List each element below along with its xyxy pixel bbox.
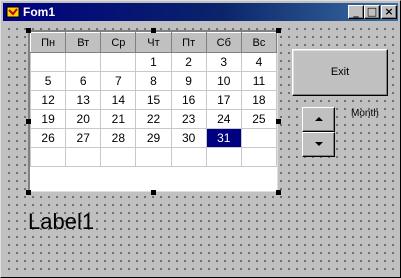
calendar-day-cell[interactable] xyxy=(170,147,207,167)
month-label: Month xyxy=(351,108,379,119)
calendar-day-cell[interactable]: 10 xyxy=(205,71,242,91)
calendar-day-cell[interactable] xyxy=(100,52,137,72)
minimize-button[interactable]: _ xyxy=(348,5,364,19)
calendar-day-header: Пт xyxy=(170,32,207,53)
calendar-table: Пн Вт Ср Чт Пт Сб Вс 1 2 3 4 5 6 7 8 9 10 11 12 13 14 15 16 17… xyxy=(29,32,278,167)
title-bar[interactable]: Fom1 _ □ × xyxy=(3,3,398,21)
arrow-up-icon xyxy=(315,117,323,121)
close-button[interactable]: × xyxy=(381,5,397,19)
exit-button[interactable]: Exit xyxy=(292,49,388,96)
calendar-grid[interactable]: Пн Вт Ср Чт Пт Сб Вс 1 2 3 4 5 6 7 8 9 10 11 12 13 14 15 16 17… xyxy=(28,30,278,192)
calendar-day-cell[interactable]: 24 xyxy=(205,109,242,129)
month-updown xyxy=(302,107,335,157)
calendar-day-cell[interactable] xyxy=(100,147,137,167)
calendar-day-cell[interactable]: 29 xyxy=(135,128,172,148)
calendar-body: 1 2 3 4 5 6 7 8 9 10 11 12 13 14 15 16 17 18 19 20 21 22 23 24 2… xyxy=(29,52,278,167)
calendar-day-cell[interactable] xyxy=(29,52,67,72)
selection-handle[interactable] xyxy=(26,119,31,124)
selection-handle[interactable] xyxy=(276,119,281,124)
calendar-day-header: Сб xyxy=(205,32,242,53)
maximize-button[interactable]: □ xyxy=(364,5,380,19)
calendar-day-cell[interactable]: 9 xyxy=(170,71,207,91)
calendar-week-row xyxy=(29,147,278,167)
calendar-day-header: Ср xyxy=(100,32,137,53)
calendar-day-cell[interactable]: 20 xyxy=(65,109,102,129)
calendar-day-cell[interactable]: 1 xyxy=(135,52,172,72)
calendar-week-row: 1234 xyxy=(29,52,278,72)
calendar-day-cell[interactable]: 5 xyxy=(29,71,67,91)
calendar-day-header: Пн xyxy=(29,32,67,53)
calendar-day-cell[interactable] xyxy=(240,147,278,167)
selection-handle[interactable] xyxy=(151,28,156,33)
calendar-day-cell[interactable] xyxy=(65,147,102,167)
calendar-day-cell[interactable] xyxy=(205,147,242,167)
calendar-day-cell[interactable]: 15 xyxy=(135,90,172,110)
selection-handle[interactable] xyxy=(276,28,281,33)
calendar-day-cell[interactable]: 6 xyxy=(65,71,102,91)
close-icon: × xyxy=(384,5,394,18)
calendar-day-cell[interactable] xyxy=(240,128,278,148)
calendar-day-cell[interactable]: 11 xyxy=(240,71,278,91)
calendar-day-header: Вт xyxy=(65,32,102,53)
calendar-day-cell[interactable]: 27 xyxy=(65,128,102,148)
calendar-week-row: 12 13 14 15 16 17 18 xyxy=(29,90,278,110)
calendar-day-cell[interactable]: 3 xyxy=(205,52,242,72)
calendar-week-row: 26 27 28 29 30 31 xyxy=(29,128,278,148)
calendar-header-row: Пн Вт Ср Чт Пт Сб Вс xyxy=(29,32,278,53)
calendar-week-row: 19 20 21 22 23 24 25 xyxy=(29,109,278,129)
calendar-day-cell[interactable]: 30 xyxy=(170,128,207,148)
calendar-day-cell[interactable]: 4 xyxy=(240,52,278,72)
calendar-day-cell[interactable]: 7 xyxy=(100,71,137,91)
selection-handle[interactable] xyxy=(151,190,156,195)
calendar-day-cell[interactable]: 8 xyxy=(135,71,172,91)
maximize-icon: □ xyxy=(366,5,378,18)
selection-handle[interactable] xyxy=(26,190,31,195)
month-down-button[interactable] xyxy=(302,132,335,157)
label1: Label1 xyxy=(28,209,95,234)
calendar-day-cell[interactable]: 19 xyxy=(29,109,67,129)
app-icon xyxy=(6,6,20,18)
calendar-day-cell[interactable] xyxy=(65,52,102,72)
calendar-day-cell[interactable] xyxy=(135,147,172,167)
calendar-day-cell[interactable]: 16 xyxy=(170,90,207,110)
arrow-down-icon xyxy=(315,142,323,146)
form-window: Fom1 _ □ × Пн Вт Ср Чт Пт Сб Вс 1 2 3 4 5 6 7 8 9 10 11 1… xyxy=(0,0,401,278)
month-up-button[interactable] xyxy=(302,107,335,132)
calendar-day-header: Чт xyxy=(135,32,172,53)
calendar-day-cell[interactable]: 21 xyxy=(100,109,137,129)
calendar-day-cell[interactable]: 12 xyxy=(29,90,67,110)
selection-handle[interactable] xyxy=(276,190,281,195)
calendar-day-cell[interactable]: 18 xyxy=(240,90,278,110)
calendar-day-cell[interactable]: 26 xyxy=(29,128,67,148)
calendar-day-cell[interactable]: 17 xyxy=(205,90,242,110)
minimize-icon: _ xyxy=(353,5,359,18)
calendar-day-cell[interactable]: 23 xyxy=(170,109,207,129)
calendar-day-cell[interactable]: 28 xyxy=(100,128,137,148)
calendar-week-row: 5 6 7 8 9 10 11 xyxy=(29,71,278,91)
calendar-day-cell[interactable]: 22 xyxy=(135,109,172,129)
calendar-day-cell[interactable]: 25 xyxy=(240,109,278,129)
calendar-day-cell[interactable]: 14 xyxy=(100,90,137,110)
calendar-day-header: Вс xyxy=(240,32,278,53)
selection-handle[interactable] xyxy=(26,28,31,33)
calendar-day-cell[interactable]: 13 xyxy=(65,90,102,110)
calendar-day-cell[interactable]: 31 xyxy=(205,128,242,148)
calendar-day-cell[interactable] xyxy=(29,147,67,167)
window-title: Fom1 xyxy=(23,5,56,19)
calendar-day-cell[interactable]: 2 xyxy=(170,52,207,72)
